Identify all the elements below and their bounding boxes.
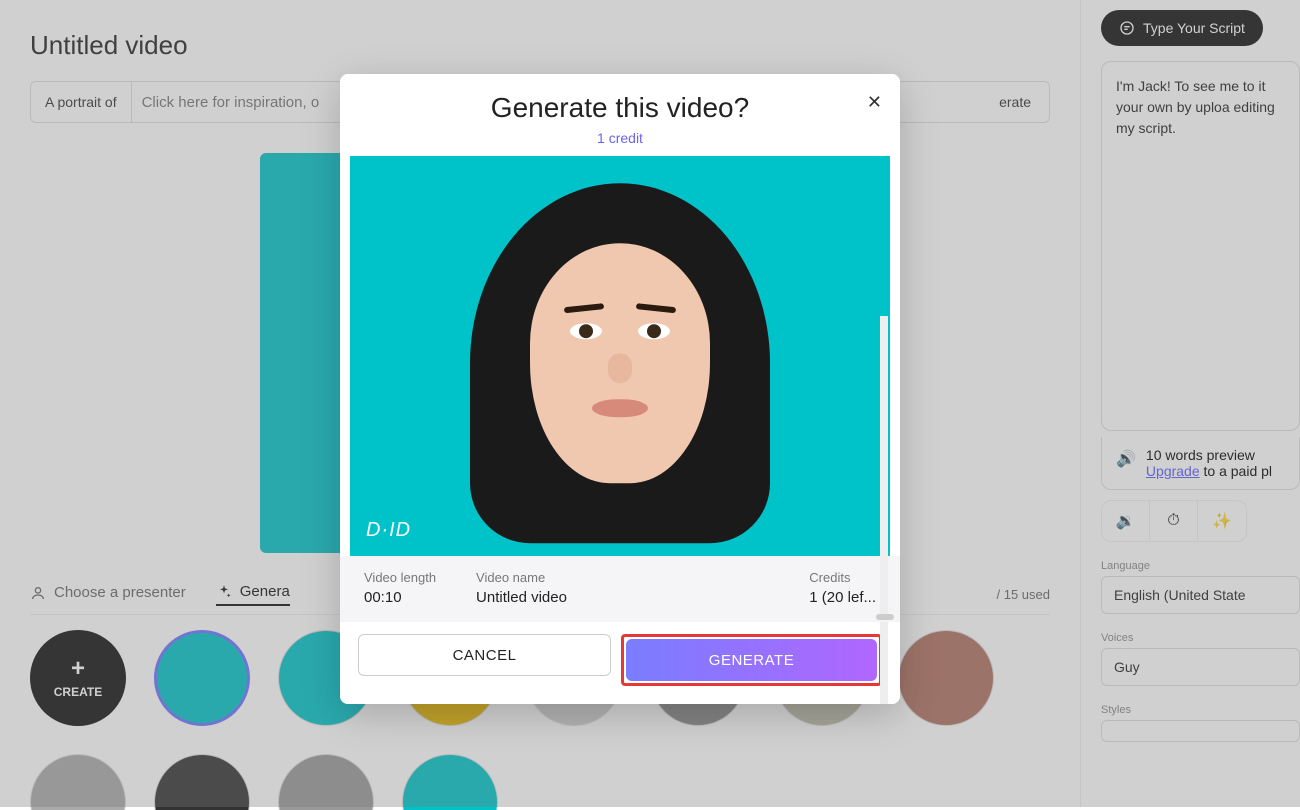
generate-video-modal: Generate this video? ✕ 1 credit D·ID Vid…	[340, 74, 900, 704]
modal-info: Video length 00:10 Video name Untitled v…	[340, 556, 900, 614]
credits-label: Credits	[809, 570, 876, 585]
video-name-label: Video name	[476, 570, 567, 585]
modal-title: Generate this video?	[364, 92, 876, 124]
modal-scrollbar[interactable]	[880, 316, 888, 704]
video-length-value: 00:10	[364, 589, 436, 606]
watermark: D·ID	[366, 519, 411, 542]
credits-value: 1 (20 lef...	[809, 589, 876, 606]
modal-credit: 1 credit	[364, 130, 876, 146]
cancel-button[interactable]: CANCEL	[358, 634, 611, 676]
close-button[interactable]: ✕	[867, 92, 882, 113]
generate-button-highlight: GENERATE	[621, 634, 882, 686]
generate-button[interactable]: GENERATE	[626, 639, 877, 681]
video-length-label: Video length	[364, 570, 436, 585]
video-name-value: Untitled video	[476, 589, 567, 606]
close-icon: ✕	[867, 92, 882, 112]
modal-horizontal-scrollbar[interactable]	[340, 614, 900, 622]
modal-preview-image: D·ID	[350, 156, 890, 556]
